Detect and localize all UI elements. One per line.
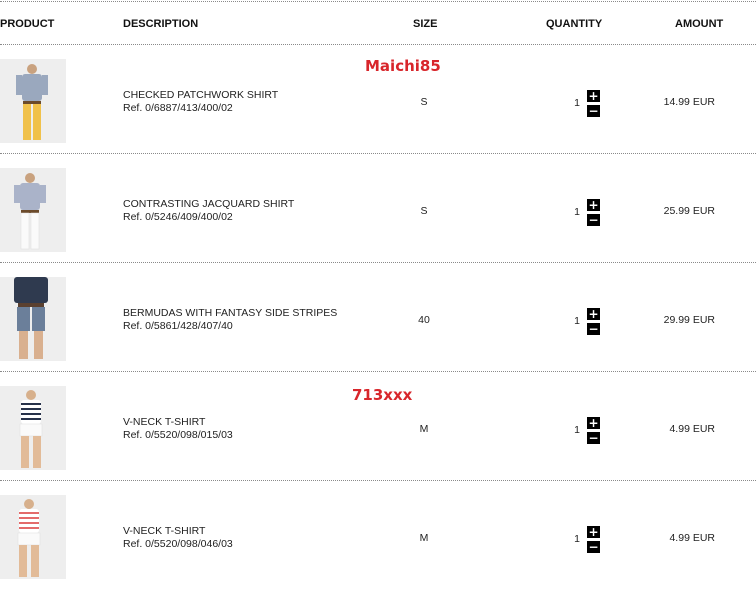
row-divider: [0, 262, 756, 263]
product-size: S: [420, 205, 428, 217]
quantity-decrease-button[interactable]: −: [587, 214, 600, 226]
cart-row: V-NECK T-SHIRT Ref. 0/5520/098/046/03 M …: [0, 491, 756, 591]
watermark-text: 713xxx: [352, 386, 413, 404]
quantity-decrease-button[interactable]: −: [587, 323, 600, 335]
product-amount: 14.99 EUR: [663, 96, 715, 108]
quantity-increase-button[interactable]: +: [587, 199, 600, 211]
product-size: M: [419, 532, 429, 544]
product-amount: 4.99 EUR: [669, 532, 715, 544]
quantity-increase-button[interactable]: +: [587, 90, 600, 102]
row-divider: [0, 480, 756, 481]
column-header-description: DESCRIPTION: [123, 18, 199, 30]
product-quantity: 1: [574, 97, 580, 109]
row-divider: [0, 153, 756, 154]
product-size: S: [420, 96, 428, 108]
quantity-decrease-button[interactable]: −: [587, 541, 600, 553]
product-image-woman-navy-striped-tee[interactable]: [0, 386, 66, 470]
quantity-increase-button[interactable]: +: [587, 526, 600, 538]
product-name: V-NECK T-SHIRT: [123, 525, 206, 537]
product-image-man-yellow-trousers[interactable]: [0, 59, 66, 143]
cart-row: BERMUDAS WITH FANTASY SIDE STRIPES Ref. …: [0, 273, 756, 373]
column-header-product: PRODUCT: [0, 18, 55, 30]
quantity-decrease-button[interactable]: −: [587, 432, 600, 444]
quantity-decrease-button[interactable]: −: [587, 105, 600, 117]
column-header-quantity: QUANTITY: [546, 18, 603, 30]
product-quantity: 1: [574, 315, 580, 327]
product-name: CONTRASTING JACQUARD SHIRT: [123, 198, 295, 210]
product-amount: 25.99 EUR: [663, 205, 715, 217]
product-quantity: 1: [574, 424, 580, 436]
product-quantity: 1: [574, 533, 580, 545]
product-image-woman-red-striped-tee[interactable]: [0, 495, 66, 579]
top-divider: [0, 1, 756, 2]
product-name: BERMUDAS WITH FANTASY SIDE STRIPES: [123, 307, 338, 319]
quantity-increase-button[interactable]: +: [587, 308, 600, 320]
product-amount: 4.99 EUR: [669, 423, 715, 435]
product-ref: Ref. 0/5246/409/400/02: [123, 211, 233, 223]
product-quantity: 1: [574, 206, 580, 218]
product-ref: Ref. 0/5861/428/407/40: [123, 320, 233, 332]
product-image-man-denim-bermudas[interactable]: [0, 277, 66, 361]
product-amount: 29.99 EUR: [663, 314, 715, 326]
column-header-amount: AMOUNT: [675, 18, 724, 30]
quantity-increase-button[interactable]: +: [587, 417, 600, 429]
row-divider: [0, 371, 756, 372]
product-image-man-white-trousers[interactable]: [0, 168, 66, 252]
watermark-text: Maichi85: [365, 57, 441, 75]
cart-row: CONTRASTING JACQUARD SHIRT Ref. 0/5246/4…: [0, 164, 756, 264]
product-ref: Ref. 0/5520/098/046/03: [123, 538, 233, 550]
header-divider: [0, 44, 756, 45]
product-size: M: [419, 423, 429, 435]
column-header-size: SIZE: [413, 18, 438, 30]
product-name: V-NECK T-SHIRT: [123, 416, 206, 428]
product-size: 40: [418, 314, 430, 326]
product-ref: Ref. 0/6887/413/400/02: [123, 102, 233, 114]
product-name: CHECKED PATCHWORK SHIRT: [123, 89, 279, 101]
product-ref: Ref. 0/5520/098/015/03: [123, 429, 233, 441]
